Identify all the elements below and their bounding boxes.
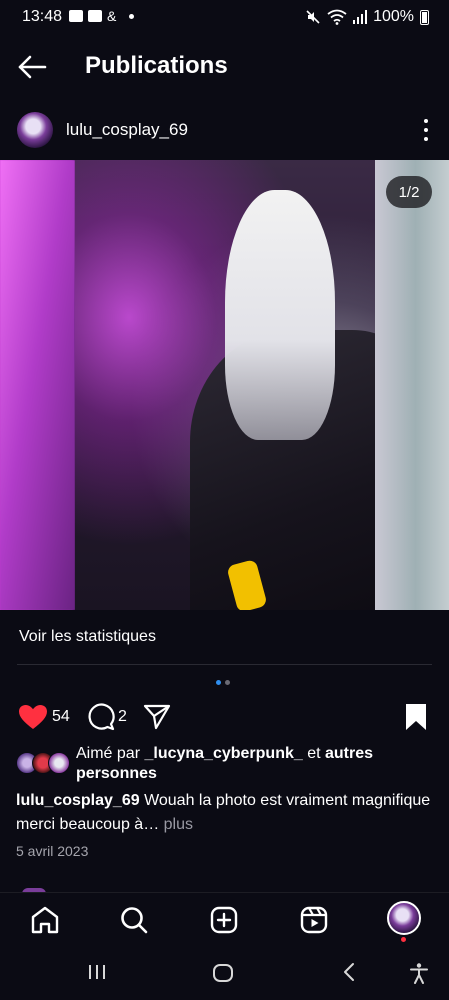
- accessibility-icon: [410, 963, 428, 984]
- avatar[interactable]: [17, 112, 53, 148]
- gallery-icon: [69, 10, 83, 22]
- nav-profile-avatar[interactable]: [387, 901, 421, 935]
- post-header: lulu_cosplay_69: [0, 106, 449, 154]
- caption-username[interactable]: lulu_cosplay_69: [16, 792, 140, 809]
- signal-icon: [353, 10, 368, 24]
- home-circle-icon: [213, 964, 233, 982]
- arrow-left-icon: [18, 55, 47, 79]
- search-icon: [121, 907, 148, 934]
- home-icon: [31, 906, 59, 934]
- save-button[interactable]: [404, 703, 428, 736]
- dot-icon: [129, 13, 135, 19]
- android-nav-bar: [0, 950, 449, 1000]
- battery-percent: 100%: [373, 8, 414, 25]
- comment-icon: [88, 703, 115, 731]
- carousel-indicator: [216, 680, 230, 685]
- top-bar: Publications: [0, 38, 449, 96]
- post-photo[interactable]: [75, 160, 440, 610]
- recents-button[interactable]: [87, 962, 107, 987]
- ampersand-icon: &: [107, 8, 117, 24]
- create-icon: [210, 906, 238, 934]
- bookmark-icon: [406, 704, 426, 730]
- comment-count[interactable]: 2: [118, 708, 127, 726]
- accessibility-button[interactable]: [408, 962, 430, 989]
- media-blur-right: [375, 160, 449, 610]
- share-button[interactable]: [143, 703, 171, 736]
- page-title: Publications: [85, 52, 228, 79]
- post-actions: 54 2: [0, 700, 449, 734]
- send-icon: [143, 704, 171, 730]
- post-date: 5 avril 2023: [16, 843, 89, 859]
- reels-icon: [300, 906, 328, 934]
- liked-by-text[interactable]: Aimé par _lucyna_cyberpunk_ et autres pe…: [76, 744, 436, 784]
- divider: [17, 664, 432, 665]
- liked-by-row[interactable]: Aimé par _lucyna_cyberpunk_ et autres pe…: [0, 742, 449, 786]
- photo-hair: [225, 190, 335, 440]
- nav-create[interactable]: [207, 903, 241, 937]
- home-button[interactable]: [212, 962, 234, 989]
- liker-avatar: [48, 752, 70, 774]
- status-bar: 13:48 & 100%: [0, 0, 449, 34]
- post-media-carousel[interactable]: 1/2: [0, 160, 449, 610]
- comment-button[interactable]: [87, 703, 115, 736]
- recents-icon: [89, 965, 105, 979]
- post-caption: lulu_cosplay_69 Wouah la photo est vraim…: [16, 789, 436, 837]
- post-username[interactable]: lulu_cosplay_69: [66, 120, 188, 140]
- status-right: 100%: [305, 8, 429, 26]
- wifi-icon: [327, 9, 347, 25]
- notification-dot: [401, 937, 406, 942]
- like-button[interactable]: [18, 704, 48, 735]
- battery-icon: [420, 9, 429, 25]
- nav-reels[interactable]: [297, 903, 331, 937]
- mute-icon: [306, 10, 320, 24]
- liked-by-middle: et: [302, 745, 325, 762]
- like-count[interactable]: 54: [52, 708, 70, 726]
- back-icon: [344, 963, 354, 981]
- notification-icons: &: [69, 8, 135, 24]
- media-blur-left: [0, 160, 75, 610]
- heart-icon: [19, 705, 47, 729]
- caption-more-link[interactable]: plus: [159, 816, 193, 833]
- carousel-dot: [225, 680, 230, 685]
- liked-by-user[interactable]: _lucyna_cyberpunk_: [144, 745, 302, 762]
- view-insights-link[interactable]: Voir les statistiques: [19, 628, 156, 646]
- nav-search[interactable]: [117, 903, 151, 937]
- back-button[interactable]: [14, 50, 50, 84]
- back-nav-button[interactable]: [340, 962, 358, 987]
- bottom-nav: [0, 892, 449, 949]
- carousel-dot-active: [216, 680, 221, 685]
- status-time: 13:48: [22, 8, 63, 25]
- slide-counter: 1/2: [386, 176, 432, 208]
- liker-avatars: [16, 752, 70, 774]
- more-options-icon[interactable]: [417, 116, 435, 144]
- youtube-icon: [88, 10, 102, 22]
- liked-by-prefix: Aimé par: [76, 745, 145, 762]
- nav-home[interactable]: [28, 903, 62, 937]
